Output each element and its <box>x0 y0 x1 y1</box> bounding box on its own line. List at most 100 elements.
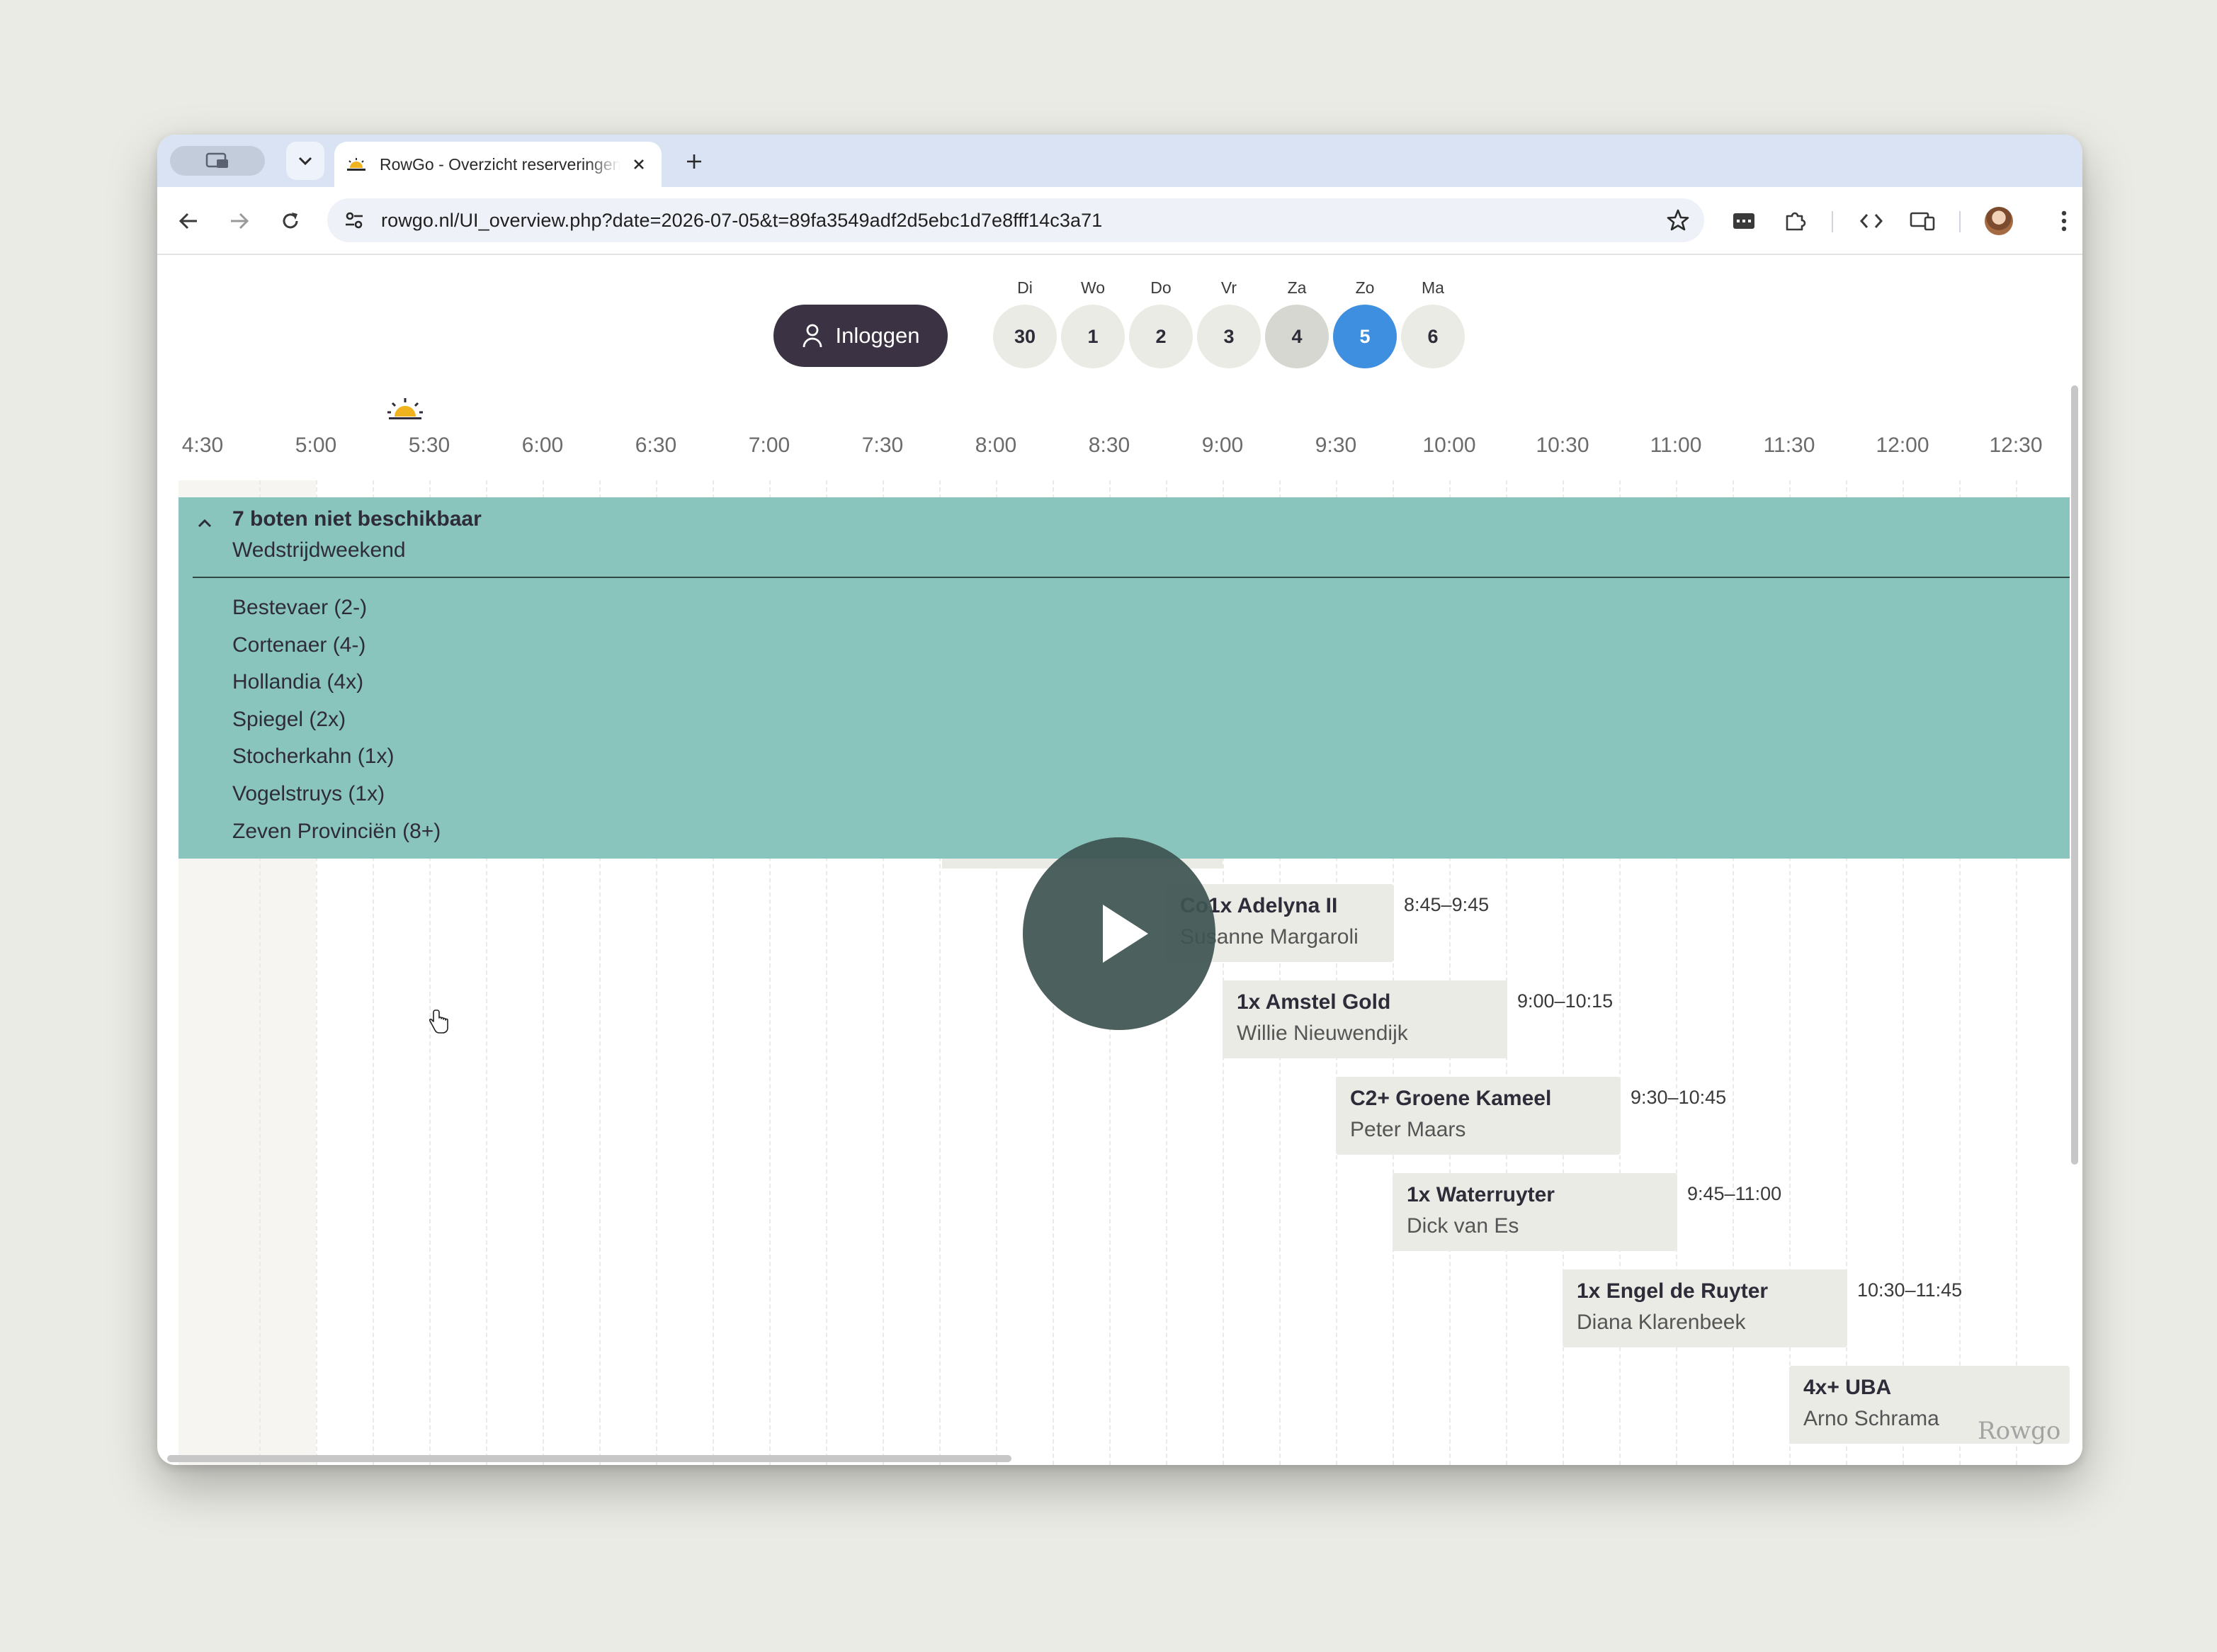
time-tick: 5:30 <box>408 434 450 457</box>
code-icon <box>1859 214 1883 228</box>
chevron-up-icon[interactable] <box>194 513 215 534</box>
new-tab-button[interactable] <box>679 146 710 177</box>
reservation-boat: C2+ Groene Kameel <box>1350 1087 1552 1110</box>
boat-item: Vogelstruys (1x) <box>232 781 385 805</box>
device-toolbar-button[interactable] <box>1907 205 1938 237</box>
user-icon <box>803 324 822 348</box>
login-label: Inloggen <box>835 323 920 348</box>
reservation-block[interactable]: C2+ Groene Kameel Peter Maars <box>1336 1077 1621 1155</box>
browser-menu-button[interactable] <box>2048 205 2080 237</box>
password-manager-button[interactable] <box>1728 205 1759 237</box>
boat-item: Cortenaer (4-) <box>232 633 366 657</box>
time-tick: 12:30 <box>1989 434 2043 457</box>
puzzle-icon <box>1786 212 1806 231</box>
day-label: Za <box>1287 278 1307 297</box>
tab-search-button[interactable] <box>286 142 324 180</box>
login-button[interactable]: Inloggen <box>773 305 948 367</box>
play-icon <box>1103 905 1148 963</box>
time-tick: 4:30 <box>181 434 224 457</box>
devices-icon <box>1910 212 1935 231</box>
time-tick: 9:00 <box>1201 434 1244 457</box>
reservation-boat: 1x Amstel Gold <box>1237 990 1391 1014</box>
vertical-scrollbar[interactable] <box>2071 385 2078 1165</box>
reservation-block[interactable]: 1x Engel de Ruyter Diana Klarenbeek <box>1563 1269 1847 1347</box>
back-button[interactable] <box>173 205 204 237</box>
reservation-name: Willie Nieuwendijk <box>1237 1022 1408 1045</box>
day-tab-1[interactable]: Wo 1 <box>1061 279 1125 368</box>
day-number: 5 <box>1333 305 1397 368</box>
day-number: 2 <box>1129 305 1193 368</box>
sunrise-favicon-icon <box>347 158 365 171</box>
reservation-name: Diana Klarenbeek <box>1577 1311 1746 1334</box>
page-content: Inloggen Di 30 Wo 1 Do 2 Vr 3 Za 4 Zo 5 … <box>157 255 2082 1465</box>
boat-item: Stocherkahn (1x) <box>232 745 395 769</box>
time-tick: 11:30 <box>1763 434 1815 457</box>
day-tab-3[interactable]: Vr 3 <box>1197 279 1261 368</box>
reservation-time: 8:45–9:45 <box>1404 894 1490 915</box>
url-text: rowgo.nl/UI_overview.php?date=2026-07-05… <box>381 209 1103 231</box>
day-number: 4 <box>1265 305 1329 368</box>
boat-item: Zeven Provinciën (8+) <box>232 819 441 843</box>
horizontal-scrollbar[interactable] <box>167 1455 1011 1462</box>
time-tick: 6:00 <box>521 434 564 457</box>
day-label: Di <box>1017 278 1033 297</box>
time-tick: 11:00 <box>1650 434 1702 457</box>
time-tick: 7:30 <box>861 434 904 457</box>
day-label: Ma <box>1422 278 1444 297</box>
tab-close-button[interactable] <box>626 152 652 177</box>
reload-button[interactable] <box>275 205 306 237</box>
reservation-block[interactable]: 1x Waterruyter Dick van Es <box>1393 1173 1677 1251</box>
more-vertical-icon <box>2061 210 2067 232</box>
tab-title: RowGo - Overzicht reserveringen <box>380 154 620 174</box>
time-tick: 7:00 <box>748 434 790 457</box>
browser-window: RowGo - Overzicht reserveringen rowgo.nl… <box>157 135 2082 1465</box>
reservation-time: 10:30–11:45 <box>1857 1279 1963 1301</box>
devtools-button[interactable] <box>1856 205 1887 237</box>
rowgo-watermark: Rowgo <box>1978 1417 2061 1445</box>
keyboard-icon <box>1733 213 1754 229</box>
day-label: Vr <box>1220 278 1237 297</box>
chevron-down-icon <box>298 157 312 166</box>
sunrise-icon <box>387 398 423 419</box>
day-tab-5-selected[interactable]: Zo 5 <box>1333 279 1397 368</box>
time-tick: 6:30 <box>635 434 677 457</box>
address-bar[interactable]: rowgo.nl/UI_overview.php?date=2026-07-05… <box>327 198 1704 242</box>
site-settings-icon[interactable] <box>343 209 365 232</box>
boat-item: Bestevaer (2-) <box>232 596 368 619</box>
reservation-block[interactable]: 1x Amstel Gold Willie Nieuwendijk <box>1223 980 1507 1058</box>
day-label: Zo <box>1355 278 1375 297</box>
day-number: 6 <box>1401 305 1465 368</box>
reservation-time: 9:00–10:15 <box>1517 990 1614 1012</box>
time-tick: 8:30 <box>1088 434 1130 457</box>
unavailable-boat-list: Bestevaer (2-) Cortenaer (4-) Hollandia … <box>232 589 441 850</box>
day-number: 1 <box>1061 305 1125 368</box>
active-tab[interactable]: RowGo - Overzicht reserveringen <box>334 142 662 187</box>
extensions-button[interactable] <box>1779 205 1810 237</box>
day-number: 30 <box>993 305 1057 368</box>
profile-switcher[interactable] <box>170 146 265 176</box>
day-tab-2[interactable]: Do 2 <box>1129 279 1193 368</box>
day-label: Do <box>1150 278 1172 297</box>
reservation-time: 9:45–11:00 <box>1687 1183 1782 1204</box>
time-axis: 4:30 5:00 5:30 6:00 6:30 7:00 7:30 8:00 … <box>178 434 2070 462</box>
day-tab-30[interactable]: Di 30 <box>993 279 1057 368</box>
play-video-button[interactable] <box>1023 837 1215 1030</box>
toolbar-separator <box>1959 211 1961 232</box>
day-tab-6[interactable]: Ma 6 <box>1401 279 1465 368</box>
unavailable-title[interactable]: 7 boten niet beschikbaar <box>232 507 482 531</box>
day-tab-4[interactable]: Za 4 <box>1265 279 1329 368</box>
profile-avatar[interactable] <box>1985 207 2013 235</box>
reservation-boat: 1x Waterruyter <box>1407 1183 1555 1206</box>
unavailable-reason: Wedstrijdweekend <box>232 538 406 562</box>
tab-strip: RowGo - Overzicht reserveringen <box>157 135 2082 187</box>
close-icon <box>634 159 644 169</box>
bookmark-star-icon[interactable] <box>1666 208 1690 232</box>
profile-window-icon <box>205 152 228 168</box>
reservation-name: Peter Maars <box>1350 1118 1466 1141</box>
divider <box>193 577 2070 578</box>
hand-cursor-icon <box>429 1009 448 1034</box>
day-label: Wo <box>1080 278 1106 297</box>
time-tick: 9:30 <box>1315 434 1357 457</box>
forward-button[interactable] <box>224 205 255 237</box>
unavailable-boats-panel: 7 boten niet beschikbaar Wedstrijdweeken… <box>178 497 2070 859</box>
